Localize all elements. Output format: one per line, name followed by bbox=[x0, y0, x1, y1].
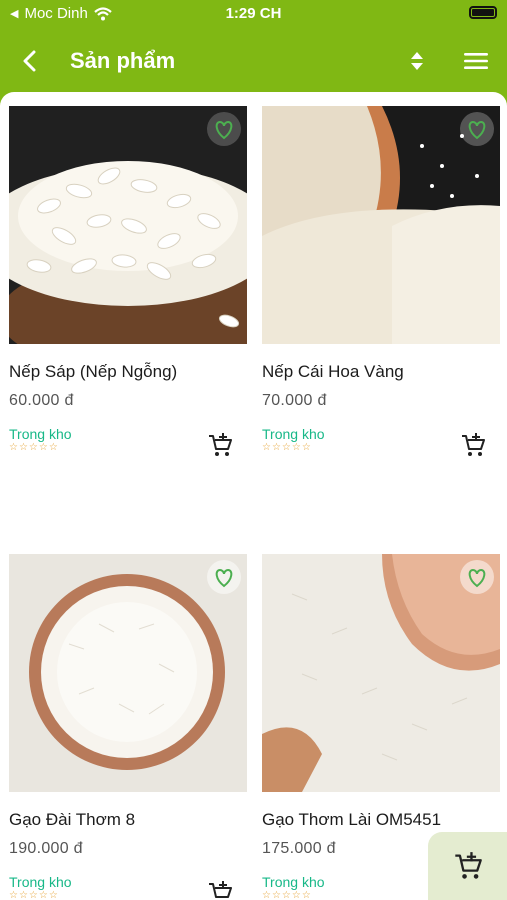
brand-logo bbox=[207, 112, 241, 146]
product-image[interactable] bbox=[9, 554, 247, 792]
product-name[interactable]: Gạo Thơm Lài OM5451 bbox=[262, 810, 502, 830]
product-price: 60.000 đ bbox=[9, 392, 74, 409]
product-price: 70.000 đ bbox=[262, 392, 327, 409]
product-price: 190.000 đ bbox=[9, 840, 83, 857]
product-image[interactable] bbox=[262, 106, 500, 344]
add-to-cart-icon[interactable] bbox=[207, 880, 233, 900]
cart-fab-button[interactable] bbox=[428, 832, 507, 900]
status-bar: ◀ Moc Dinh 1:29 CH bbox=[0, 0, 507, 28]
product-name[interactable]: Gạo Đài Thơm 8 bbox=[9, 810, 249, 830]
product-card[interactable]: Gạo Đài Thơm 8 190.000 đ Trong kho ☆☆☆☆☆ bbox=[9, 554, 249, 900]
product-card[interactable]: Nếp Cái Hoa Vàng 70.000 đ Trong kho ☆☆☆☆… bbox=[262, 106, 502, 456]
brand-logo bbox=[460, 560, 494, 594]
product-card[interactable]: Nếp Sáp (Nếp Ngỗng) 60.000 đ Trong kho ☆… bbox=[9, 106, 249, 456]
chevron-left-icon bbox=[23, 50, 36, 72]
brand-logo bbox=[207, 560, 241, 594]
product-name[interactable]: Nếp Sáp (Nếp Ngỗng) bbox=[9, 362, 249, 382]
brand-logo bbox=[460, 112, 494, 146]
cart-plus-icon bbox=[455, 852, 482, 879]
sort-icon bbox=[411, 52, 423, 70]
sort-button[interactable] bbox=[402, 46, 432, 76]
add-to-cart-icon[interactable] bbox=[207, 432, 233, 458]
hamburger-icon bbox=[464, 53, 488, 69]
add-to-cart-icon[interactable] bbox=[460, 432, 486, 458]
nav-bar: Sản phẩm bbox=[0, 28, 507, 92]
product-image[interactable] bbox=[9, 106, 247, 344]
product-image[interactable] bbox=[262, 554, 500, 792]
product-name[interactable]: Nếp Cái Hoa Vàng bbox=[262, 362, 502, 382]
status-time: 1:29 CH bbox=[225, 5, 282, 22]
menu-button[interactable] bbox=[461, 46, 491, 76]
page-title: Sản phẩm bbox=[70, 48, 176, 73]
back-button[interactable] bbox=[14, 46, 44, 76]
battery-icon bbox=[469, 6, 497, 19]
product-grid: Nếp Sáp (Nếp Ngỗng) 60.000 đ Trong kho ☆… bbox=[0, 92, 507, 900]
